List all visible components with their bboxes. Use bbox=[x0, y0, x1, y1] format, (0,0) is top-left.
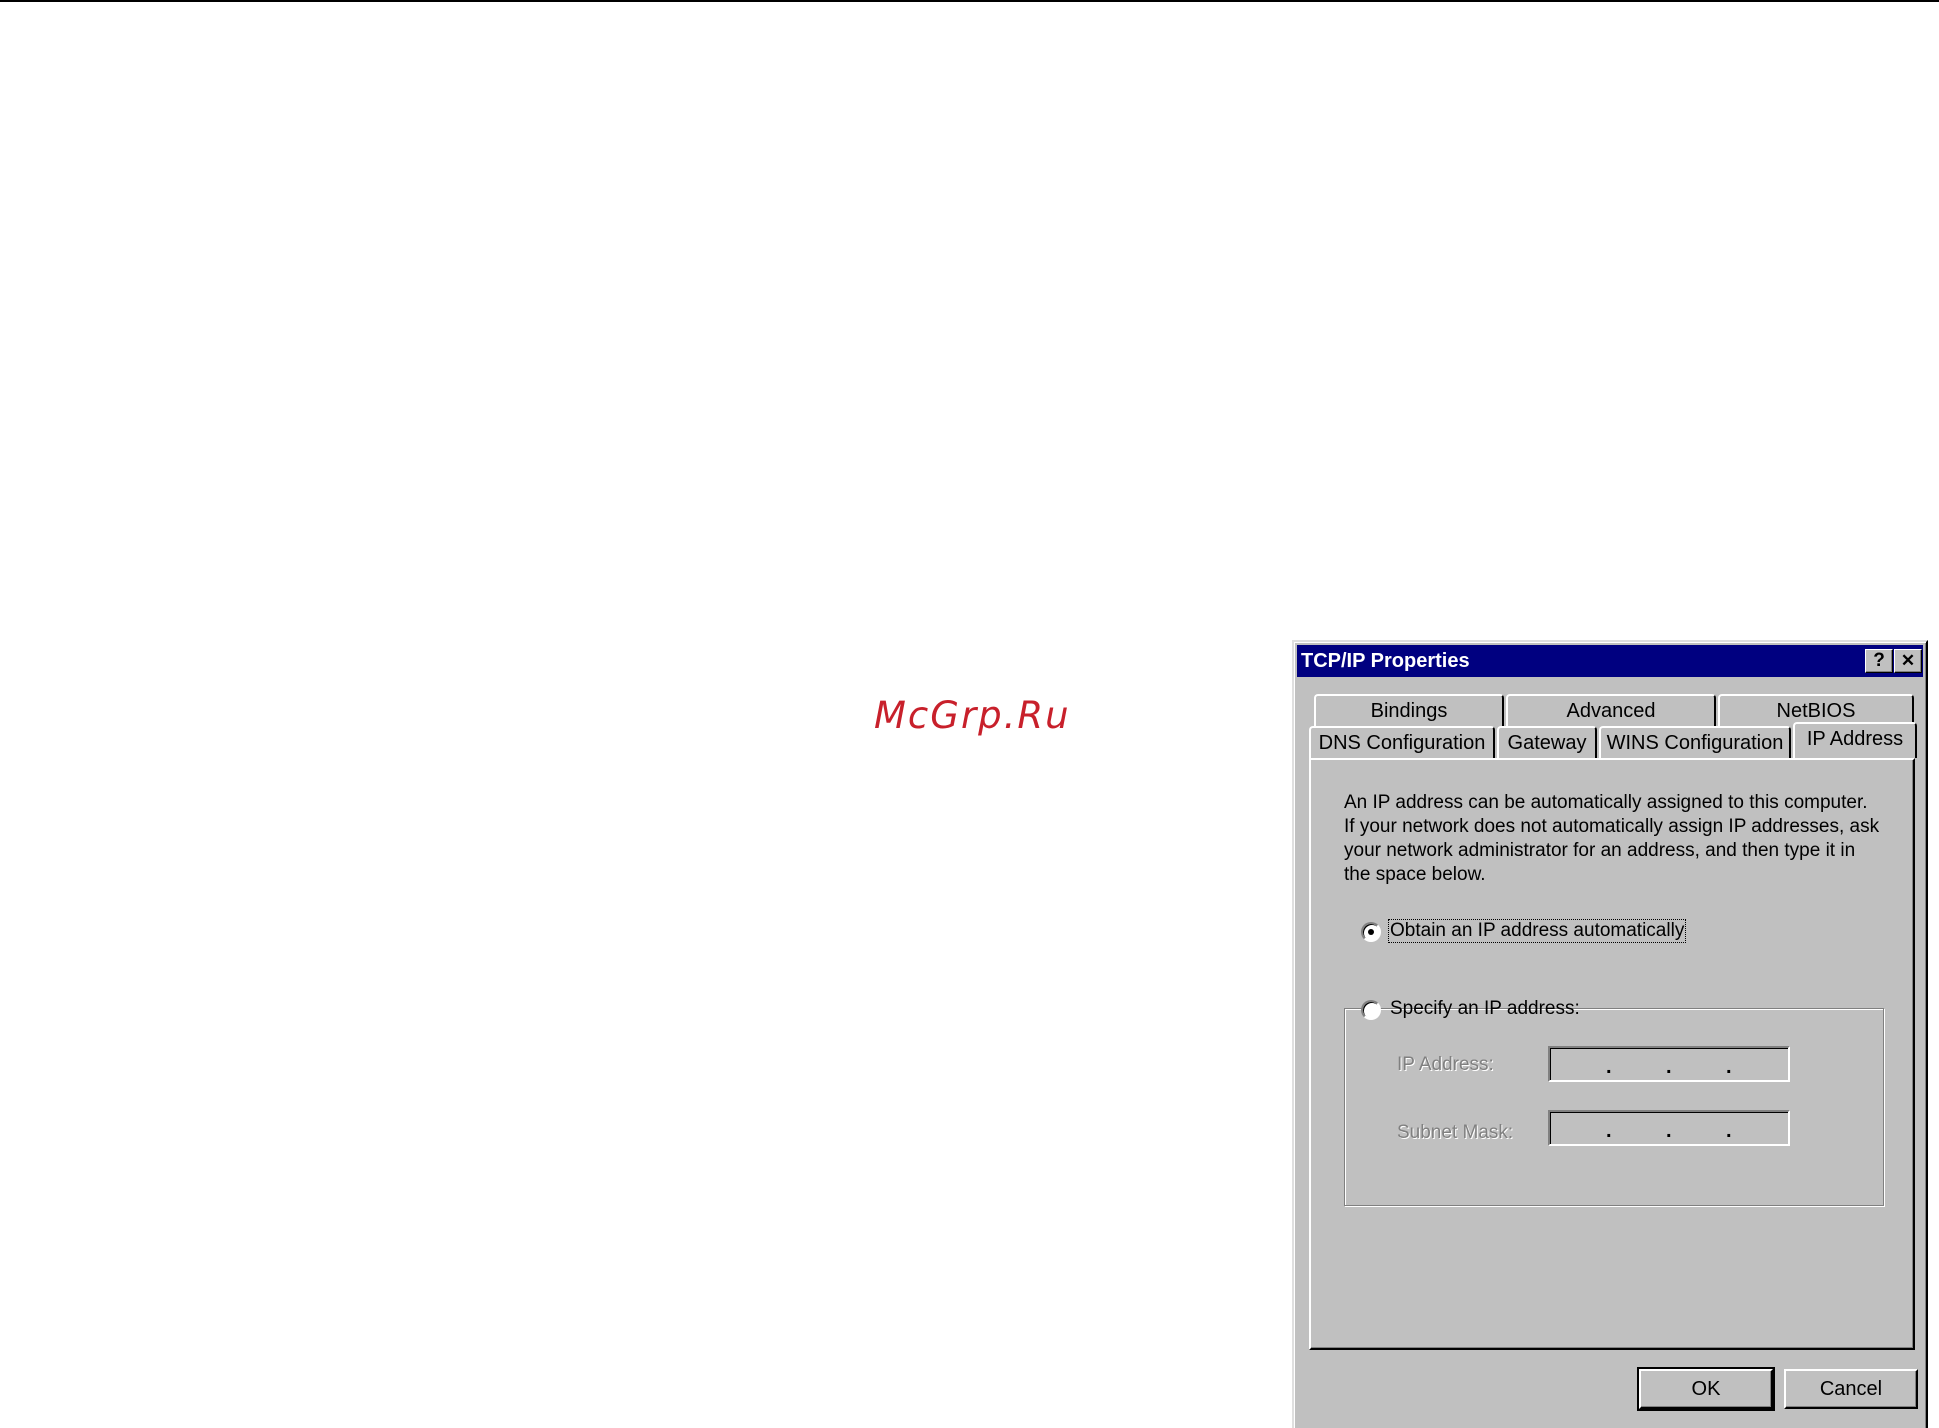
tab-gateway[interactable]: Gateway bbox=[1497, 726, 1597, 758]
subnet-mask-field[interactable]: . . . bbox=[1548, 1110, 1790, 1146]
description-line: the space below. bbox=[1344, 864, 1486, 885]
tab-ip-address[interactable]: IP Address bbox=[1793, 722, 1917, 758]
tab-bindings[interactable]: Bindings bbox=[1314, 694, 1504, 726]
specify-ip-label[interactable]: Specify an IP address: bbox=[1389, 998, 1581, 1020]
obtain-ip-radio[interactable] bbox=[1361, 922, 1381, 942]
tab-advanced[interactable]: Advanced bbox=[1506, 694, 1716, 726]
octet-separator: . bbox=[1606, 1120, 1612, 1142]
cancel-button[interactable]: Cancel bbox=[1784, 1369, 1918, 1409]
subnet-mask-label: Subnet Mask: bbox=[1397, 1122, 1514, 1143]
obtain-ip-label[interactable]: Obtain an IP address automatically bbox=[1387, 919, 1687, 943]
tab-panel-ip-address: An IP address can be automatically assig… bbox=[1309, 758, 1915, 1350]
title-bar: TCP/IP Properties ? ✕ bbox=[1297, 645, 1923, 677]
dialog-title: TCP/IP Properties bbox=[1301, 650, 1470, 672]
octet-separator: . bbox=[1606, 1056, 1612, 1078]
page-top-rule bbox=[0, 0, 1939, 2]
tcpip-properties-dialog: TCP/IP Properties ? ✕ Bindings Advanced … bbox=[1292, 640, 1928, 1428]
octet-separator: . bbox=[1666, 1120, 1672, 1142]
description-line: An IP address can be automatically assig… bbox=[1344, 792, 1868, 813]
description-line: your network administrator for an addres… bbox=[1344, 840, 1856, 861]
ip-address-field[interactable]: . . . bbox=[1548, 1046, 1790, 1082]
tab-wins-configuration[interactable]: WINS Configuration bbox=[1599, 726, 1791, 758]
octet-separator: . bbox=[1726, 1056, 1732, 1078]
ok-button[interactable]: OK bbox=[1637, 1367, 1775, 1411]
specify-ip-radio[interactable] bbox=[1361, 1000, 1381, 1020]
radio-selected-dot bbox=[1368, 929, 1374, 935]
description-line: If your network does not automatically a… bbox=[1344, 816, 1880, 837]
close-button[interactable]: ✕ bbox=[1894, 649, 1922, 673]
specify-ip-groupbox bbox=[1344, 1008, 1884, 1206]
octet-separator: . bbox=[1726, 1120, 1732, 1142]
ip-address-label: IP Address: bbox=[1397, 1054, 1494, 1075]
octet-separator: . bbox=[1666, 1056, 1672, 1078]
help-button[interactable]: ? bbox=[1865, 649, 1893, 673]
description-text: An IP address can be automatically assig… bbox=[1344, 791, 1904, 887]
watermark: McGrp.Ru bbox=[874, 694, 1071, 737]
tab-dns-configuration[interactable]: DNS Configuration bbox=[1309, 726, 1495, 758]
